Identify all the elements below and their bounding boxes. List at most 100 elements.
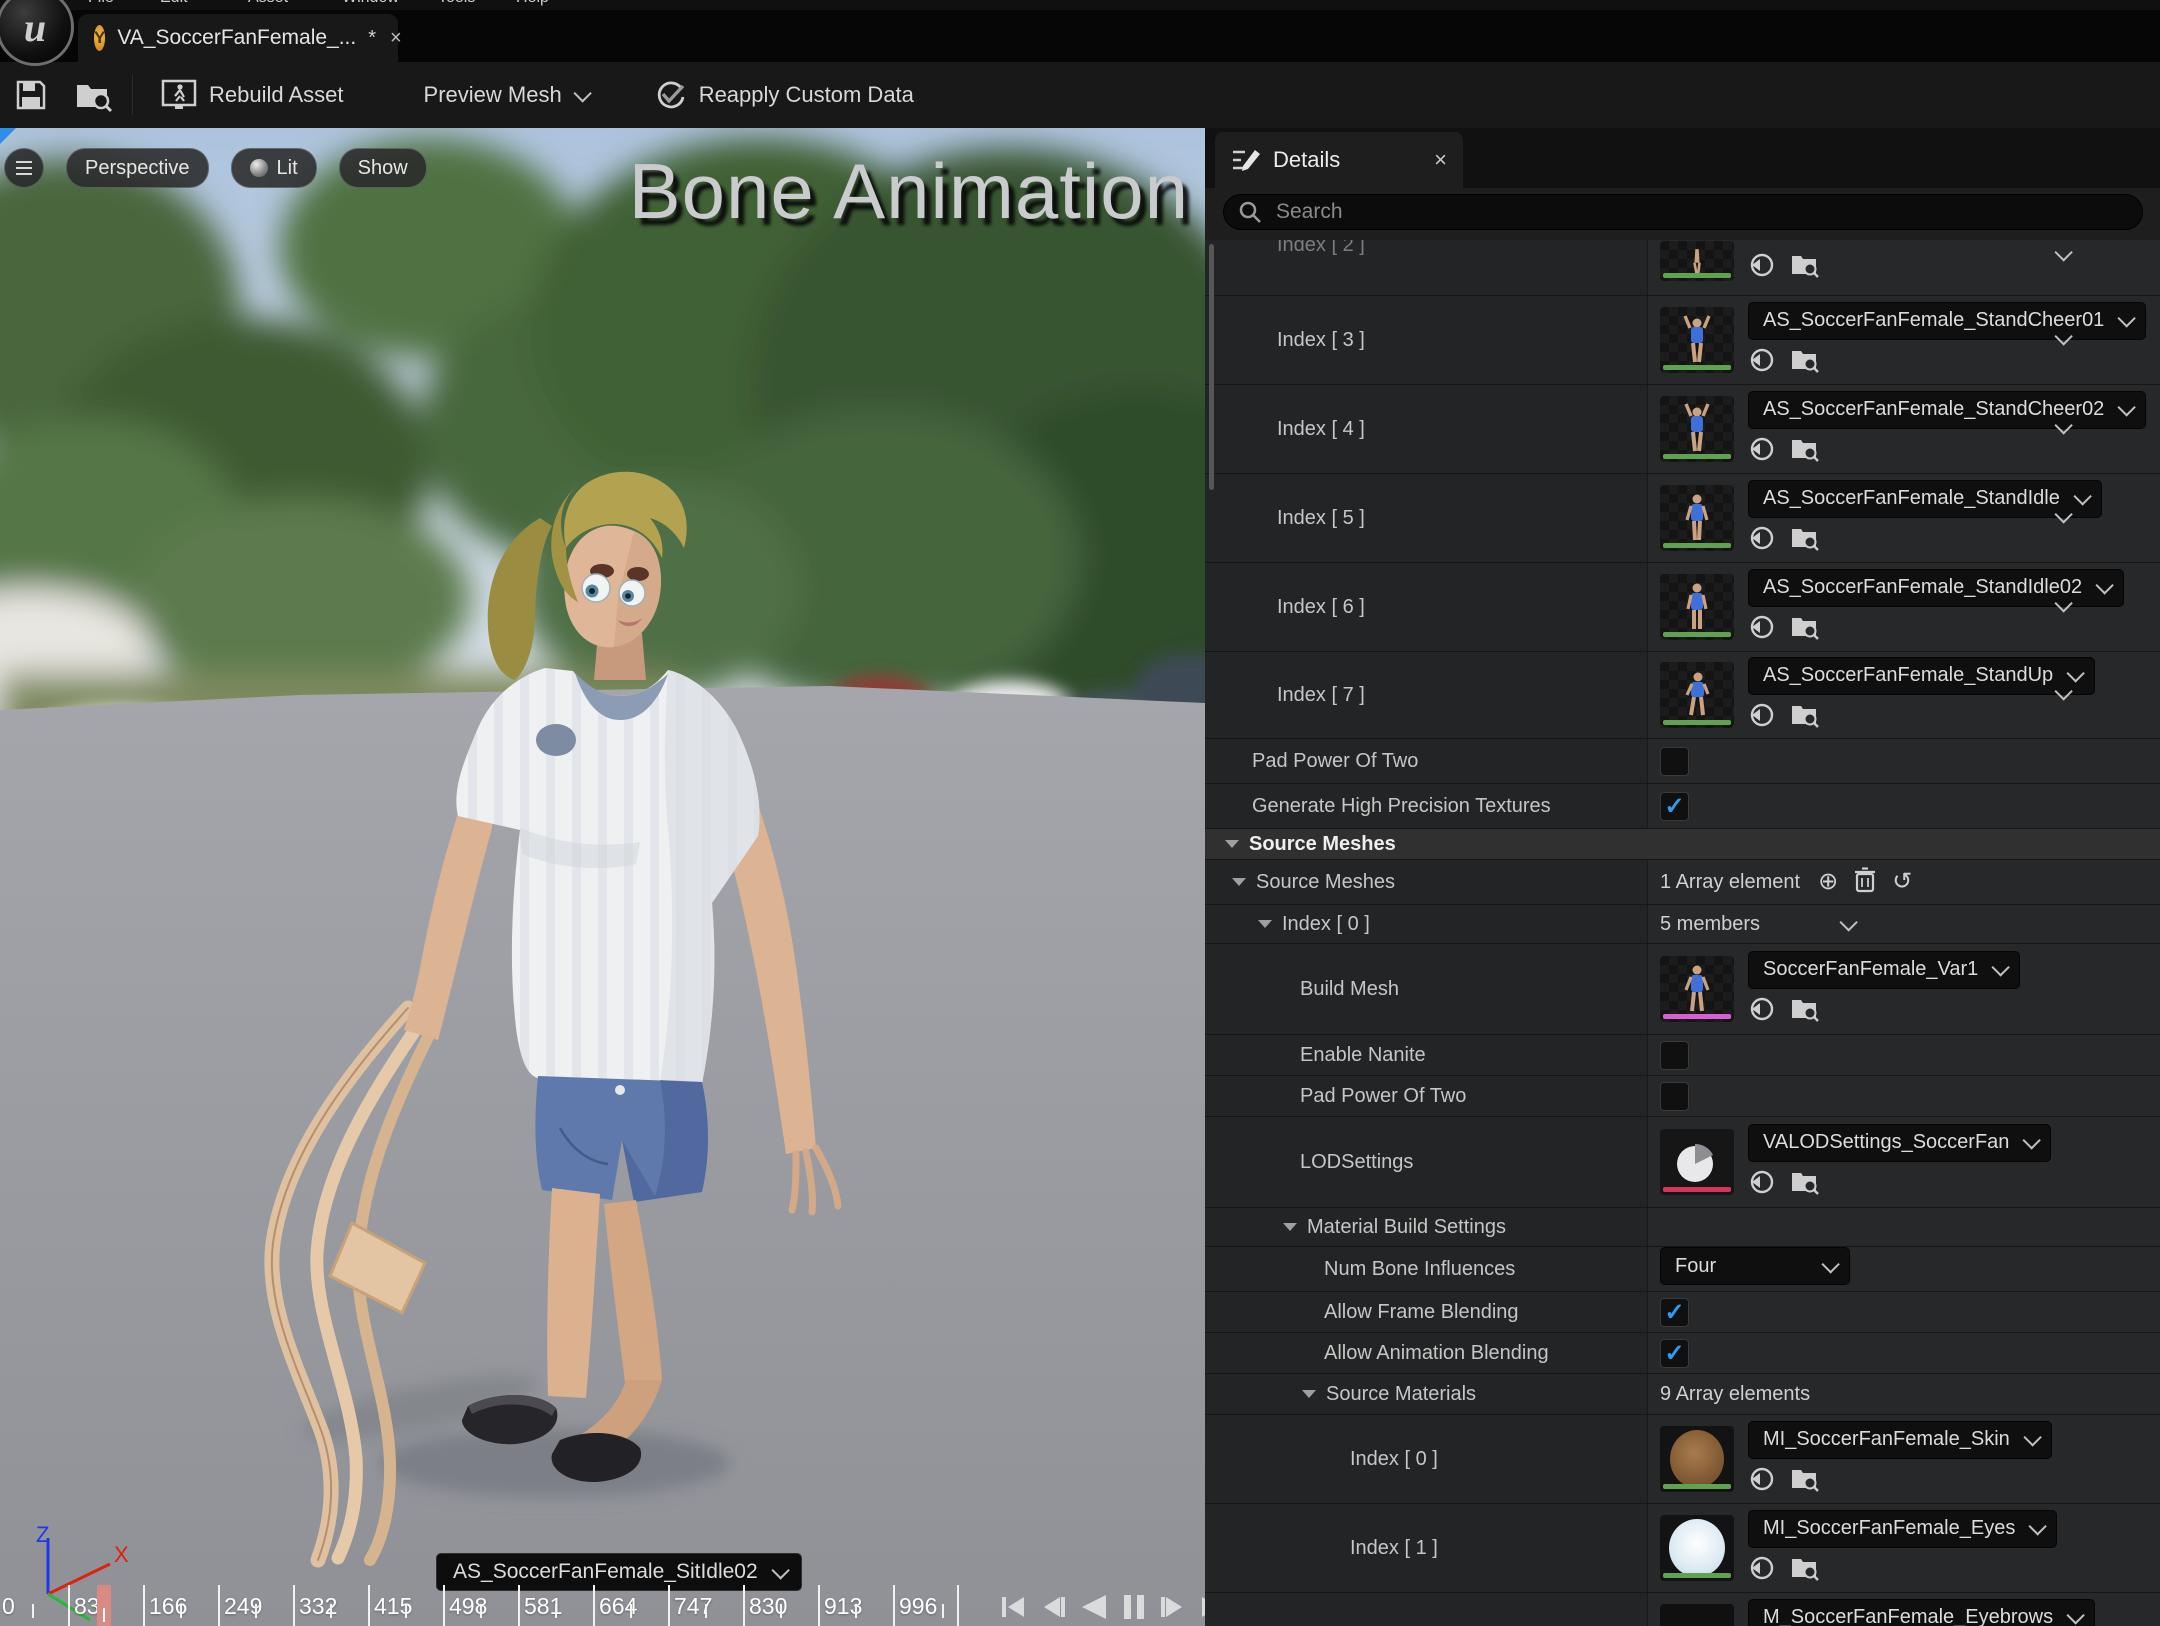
asset-dropdown[interactable]: AS_SoccerFanFemale_StandUp [1748,657,2095,695]
lod-dropdown[interactable]: VALODSettings_SoccerFan [1748,1124,2051,1162]
browse-to-asset-icon[interactable] [1790,614,1820,645]
checkbox-pad-power-of-two[interactable] [1660,747,1689,776]
menu-asset[interactable]: Asset [248,0,288,9]
step-back-button[interactable] [1040,1595,1066,1619]
reapply-custom-data-button[interactable]: Reapply Custom Data [643,78,924,112]
close-icon[interactable]: × [1434,147,1447,173]
table-row: LODSettings VALODSettings_SoccerFan [1205,1117,2160,1208]
rebuild-asset-button[interactable]: Rebuild Asset [151,79,354,111]
step-forward-button[interactable] [1160,1595,1186,1619]
preview-mesh-dropdown[interactable]: Preview Mesh [414,82,597,108]
use-selected-asset-icon[interactable] [1748,1168,1776,1201]
material-dropdown[interactable]: M_SoccerFanFemale_Eyebrows [1748,1599,2095,1626]
play-reverse-button[interactable] [1080,1594,1108,1620]
array-count-label: 1 Array element [1660,871,1800,894]
checkbox-allow-frame-blending[interactable] [1660,1298,1689,1327]
mesh-dropdown[interactable]: SoccerFanFemale_Var1 [1748,951,2020,989]
search-input[interactable] [1274,199,2128,225]
material-thumbnail[interactable] [1660,1426,1734,1492]
menu-help[interactable]: Help [516,0,549,9]
asset-thumbnail[interactable] [1660,485,1734,551]
use-selected-asset-icon[interactable] [1748,1554,1776,1587]
num-bone-influences-dropdown[interactable]: Four [1660,1247,1850,1285]
browse-to-asset-icon[interactable] [1790,436,1820,467]
asset-dropdown[interactable]: AS_SoccerFanFemale_StandIdle [1748,480,2102,518]
pause-button[interactable] [1122,1594,1146,1620]
save-icon[interactable] [14,78,48,112]
use-selected-asset-icon[interactable] [1748,435,1776,468]
asset-thumbnail[interactable] [1660,241,1734,281]
menu-file[interactable]: File [88,0,114,9]
asset-tab[interactable]: Y VA_SoccerFanFemale_... * × [78,14,398,62]
browse-to-asset-icon[interactable] [1790,1466,1820,1497]
collapse-triangle-icon[interactable] [1258,920,1272,928]
delete-array-icon[interactable] [1854,867,1876,898]
menu-window[interactable]: Window [342,0,399,9]
lod-thumbnail[interactable] [1660,1129,1734,1195]
table-row: Allow Animation Blending [1205,1333,2160,1374]
browse-to-asset-icon[interactable] [1790,1169,1820,1200]
timeline-playhead[interactable] [97,1585,111,1626]
skip-to-start-button[interactable] [1000,1595,1026,1619]
chevron-down-icon[interactable] [1839,913,1857,931]
browse-to-asset-icon[interactable] [74,77,114,113]
asset-dropdown[interactable]: AS_SoccerFanFemale_StandCheer02 [1748,391,2146,429]
asset-thumbnail[interactable] [1660,662,1734,728]
browse-to-asset-icon[interactable] [1790,252,1820,283]
chevron-down-icon [1821,1255,1839,1273]
checkbox-pad-power-of-two-nested[interactable] [1660,1082,1689,1111]
browse-to-asset-icon[interactable] [1790,347,1820,378]
material-thumbnail[interactable] [1660,1604,1734,1626]
viewport-menu-button[interactable] [4,148,44,188]
checkbox-allow-animation-blending[interactable] [1660,1339,1689,1368]
scrollbar[interactable] [1209,244,1214,490]
collapse-triangle-icon[interactable] [1283,1223,1297,1231]
browse-to-asset-icon[interactable] [1790,702,1820,733]
asset-dropdown[interactable]: AS_SoccerFanFemale_StandCheer01 [1748,302,2146,340]
perspective-button[interactable]: Perspective [66,148,209,188]
chevron-down-icon [2118,398,2136,416]
unsaved-indicator: * [368,27,376,50]
asset-thumbnail[interactable] [1660,574,1734,640]
menu-tools[interactable]: Tools [438,0,475,9]
details-tab[interactable]: Details × [1215,132,1463,188]
use-selected-asset-icon[interactable] [1748,613,1776,646]
use-selected-asset-icon[interactable] [1748,346,1776,379]
use-selected-asset-icon[interactable] [1748,524,1776,557]
chevron-down-icon [573,84,591,102]
collapse-triangle-icon[interactable] [1232,878,1246,886]
search-icon [1238,200,1262,224]
browse-to-asset-icon[interactable] [1790,1555,1820,1586]
search-bar [1223,194,2143,230]
table-row: Index [ 4 ] AS_SoccerFanFemale_StandChee… [1205,385,2160,474]
mesh-thumbnail[interactable] [1660,956,1734,1022]
browse-to-asset-icon[interactable] [1790,525,1820,556]
table-row: Source Materials 9 Array elements [1205,1374,2160,1415]
source-meshes-category-header[interactable]: Source Meshes [1205,829,2160,860]
collapse-triangle-icon[interactable] [1302,1390,1316,1398]
material-dropdown[interactable]: MI_SoccerFanFemale_Eyes [1748,1510,2057,1548]
collapse-triangle-icon [1225,840,1239,848]
use-selected-asset-icon[interactable] [1748,1465,1776,1498]
use-selected-asset-icon[interactable] [1748,701,1776,734]
asset-thumbnail[interactable] [1660,307,1734,373]
table-row: Index [ 0 ] MI_SoccerFanFemale_Skin [1205,1415,2160,1504]
asset-toolbar: Rebuild Asset Preview Mesh Reapply Custo… [0,62,2160,128]
material-thumbnail[interactable] [1660,1515,1734,1581]
menu-edit[interactable]: Edit [160,0,188,9]
close-tab-icon[interactable]: × [390,27,402,50]
checkbox-generate-high-precision-textures[interactable] [1660,792,1689,821]
asset-thumbnail[interactable] [1660,396,1734,462]
material-dropdown[interactable]: MI_SoccerFanFemale_Skin [1748,1421,2052,1459]
lit-mode-button[interactable]: Lit [231,148,317,188]
table-row: Index [ 2 ] [1205,240,2160,296]
checkbox-enable-nanite[interactable] [1660,1041,1689,1070]
expand-row-icon[interactable] [2054,243,2072,261]
use-selected-asset-icon[interactable] [1748,251,1776,284]
browse-to-asset-icon[interactable] [1790,996,1820,1027]
reset-to-default-icon[interactable]: ↺ [1892,870,1912,894]
use-selected-asset-icon[interactable] [1748,995,1776,1028]
add-element-icon[interactable]: ⊕ [1818,870,1838,894]
preview-viewport[interactable]: Perspective Lit Show Bone Animation AS_S… [0,128,1205,1626]
show-button[interactable]: Show [339,148,427,188]
